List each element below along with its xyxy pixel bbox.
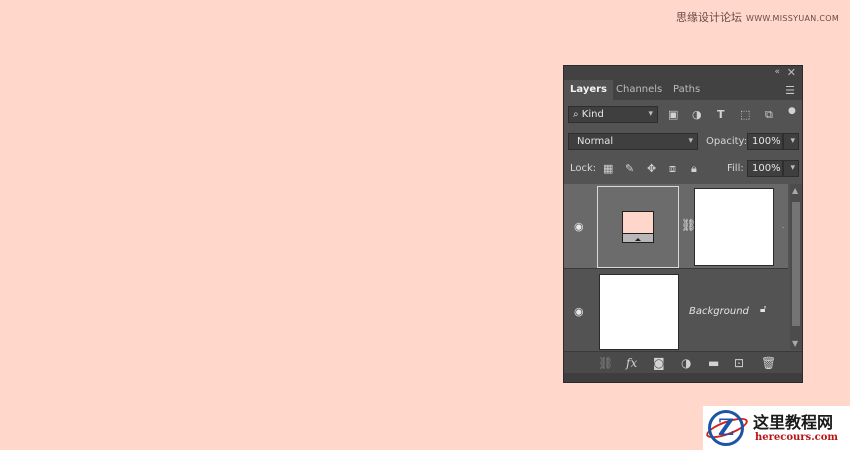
image-filter-icon[interactable]: ▣: [668, 108, 678, 122]
watermark-cn: 思缘设计论坛: [676, 11, 742, 24]
preview-triangle: [635, 238, 641, 241]
visibility-eye-icon[interactable]: ◉: [574, 305, 584, 318]
site-logo: Z 这里教程网 herecours.com: [703, 406, 850, 450]
layers-scrollbar[interactable]: ▲ ▼: [790, 184, 802, 350]
shape-filter-icon[interactable]: ⬚: [740, 108, 750, 122]
layer-name[interactable]: Background: [689, 306, 749, 317]
kind-filter-select[interactable]: ⌕ Kind ▾: [568, 106, 658, 123]
filter-toggle-icon[interactable]: ●: [788, 104, 796, 118]
lock-label: Lock:: [570, 163, 597, 174]
panel-bottom-bar: ⛓︎ fx ◙ ◑ ▬ ⊡ 🗑︎: [564, 351, 802, 374]
chevron-down-icon: ▾: [790, 163, 795, 173]
lock-all-icon[interactable]: 🔒︎: [691, 162, 697, 176]
collapse-icon[interactable]: «: [774, 67, 780, 77]
filter-row: ⌕ Kind ▾ ▣ ◑ T ⬚ ⧉ ●: [564, 104, 802, 128]
blend-row: Normal ▾ Opacity: 100% ▾: [564, 130, 802, 154]
lock-row: Lock: ▦ ✎ ✥ ⧈ 🔒︎ Fill: 100% ▾: [564, 157, 802, 181]
lock-icon: 🔓︎: [760, 304, 767, 315]
opacity-input[interactable]: 100%: [747, 133, 783, 150]
mask-indicator-dot: ·: [782, 224, 785, 232]
fill-input[interactable]: 100%: [747, 160, 783, 177]
lock-artboard-icon[interactable]: ⧈: [669, 162, 676, 176]
logo-cn: 这里教程网: [753, 413, 834, 432]
tab-layers[interactable]: Layers: [564, 80, 613, 100]
smart-object-filter-icon[interactable]: ⧉: [765, 108, 773, 122]
panel-resize-grip[interactable]: [564, 373, 802, 382]
layer-mask-thumbnail[interactable]: [694, 188, 774, 266]
tab-channels[interactable]: Channels: [610, 80, 668, 100]
background-thumbnail[interactable]: [599, 274, 679, 350]
visibility-eye-icon[interactable]: ◉: [574, 220, 584, 233]
logo-z-icon: Z: [708, 410, 744, 446]
folder-icon[interactable]: ▬: [708, 356, 719, 370]
kind-label: Kind: [581, 109, 604, 120]
opacity-label: Opacity:: [706, 136, 748, 147]
fx-icon[interactable]: fx: [626, 356, 637, 370]
blend-mode-value: Normal: [577, 136, 614, 147]
layer-row-background[interactable]: ◉ Background 🔓︎: [564, 268, 788, 351]
close-icon[interactable]: ✕: [787, 66, 796, 79]
panel-titlebar: « ✕: [564, 66, 802, 80]
scroll-thumb[interactable]: [792, 202, 800, 326]
new-layer-icon[interactable]: ⊡: [734, 356, 744, 370]
lock-transparent-pixels-icon[interactable]: ▦: [603, 162, 613, 176]
lock-image-pixels-icon[interactable]: ✎: [625, 162, 634, 176]
watermark-site: WWW.MISSYUAN.COM: [746, 14, 840, 23]
smart-object-thumbnail[interactable]: [597, 186, 679, 268]
watermark-top: 思缘设计论坛 WWW.MISSYUAN.COM: [676, 9, 839, 25]
adjustment-icon[interactable]: ◑: [681, 356, 691, 370]
opacity-value: 100%: [752, 136, 781, 147]
chevron-down-icon: ▾: [790, 136, 795, 146]
panel-menu-icon[interactable]: ☰: [785, 84, 795, 97]
scroll-up-icon[interactable]: ▲: [792, 186, 798, 195]
blend-mode-select[interactable]: Normal ▾: [568, 133, 698, 150]
chevron-down-icon: ▾: [648, 109, 653, 119]
lock-position-icon[interactable]: ✥: [647, 162, 656, 176]
layers-panel: « ✕ Layers Channels Paths ☰ ⌕ Kind ▾ ▣ ◑…: [563, 65, 803, 383]
link-icon[interactable]: ⛓︎: [598, 356, 613, 370]
layer-row-smart-object[interactable]: ◉ ⛓︎ ·: [564, 184, 788, 268]
trash-icon[interactable]: 🗑︎: [761, 356, 776, 370]
fill-value: 100%: [752, 163, 781, 174]
fill-dropdown-button[interactable]: ▾: [783, 160, 799, 177]
tab-paths[interactable]: Paths: [667, 80, 706, 100]
search-icon: ⌕: [573, 109, 579, 120]
opacity-dropdown-button[interactable]: ▾: [783, 133, 799, 150]
layers-list: ◉ ⛓︎ · ◉ Background 🔓︎: [564, 184, 788, 351]
chevron-down-icon: ▾: [688, 136, 693, 146]
smart-object-preview: [622, 211, 654, 243]
fill-label: Fill:: [727, 163, 744, 174]
mask-icon[interactable]: ◙: [653, 356, 665, 370]
scroll-down-icon[interactable]: ▼: [792, 339, 798, 348]
adjustment-filter-icon[interactable]: ◑: [692, 108, 702, 122]
type-filter-icon[interactable]: T: [717, 108, 725, 122]
panel-tabs: Layers Channels Paths ☰: [564, 80, 802, 100]
logo-en: herecours.com: [755, 432, 839, 443]
